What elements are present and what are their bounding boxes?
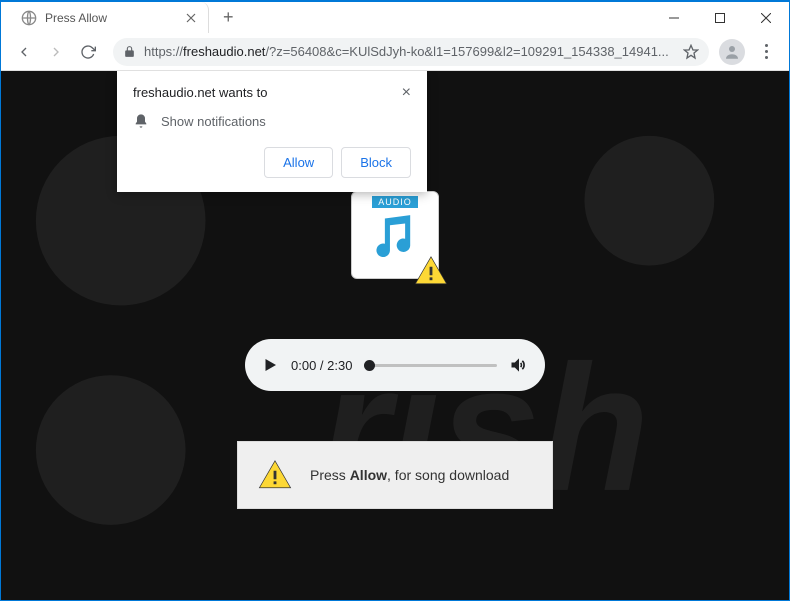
notification-title: freshaudio.net wants to: [133, 85, 402, 100]
bookmark-star-icon[interactable]: [683, 44, 699, 60]
cta-text: Press Allow, for song download: [310, 467, 509, 483]
close-icon[interactable]: ×: [402, 85, 411, 101]
page-content: rish freshaudio.net wants to × Show noti…: [1, 71, 789, 600]
play-button[interactable]: [261, 356, 279, 374]
audio-player: 0:00 / 2:30: [245, 339, 545, 391]
browser-window: Press Allow + https://freshaudio.net/?z=…: [0, 0, 790, 601]
close-window-button[interactable]: [743, 3, 789, 33]
audio-file-card: AUDIO: [351, 191, 439, 279]
player-time: 0:00 / 2:30: [291, 358, 352, 373]
notification-permission-popup: freshaudio.net wants to × Show notificat…: [117, 71, 427, 192]
notification-body: Show notifications: [161, 114, 266, 129]
reload-button[interactable]: [73, 37, 103, 67]
warning-icon: [258, 458, 292, 492]
volume-icon[interactable]: [509, 355, 529, 375]
profile-avatar[interactable]: [719, 39, 745, 65]
bell-icon: [133, 113, 149, 129]
minimize-button[interactable]: [651, 3, 697, 33]
audio-label: AUDIO: [372, 196, 418, 208]
toolbar: https://freshaudio.net/?z=56408&c=KUlSdJ…: [1, 33, 789, 71]
browser-menu-button[interactable]: [751, 37, 781, 67]
url-path: /?z=56408&c=KUlSdJyh-ko&l1=157699&l2=109…: [265, 44, 668, 59]
forward-button[interactable]: [41, 37, 71, 67]
tab-close-icon[interactable]: [186, 13, 196, 23]
window-controls: [651, 3, 789, 33]
url-host: freshaudio.net: [183, 44, 265, 59]
block-button[interactable]: Block: [341, 147, 411, 178]
current-time: 0:00: [291, 358, 316, 373]
new-tab-button[interactable]: +: [217, 7, 240, 28]
address-bar[interactable]: https://freshaudio.net/?z=56408&c=KUlSdJ…: [113, 38, 709, 66]
browser-tab[interactable]: Press Allow: [9, 2, 209, 34]
warning-icon: [414, 254, 448, 288]
duration-time: 2:30: [327, 358, 352, 373]
globe-icon: [21, 10, 37, 26]
url-scheme: https://: [144, 44, 183, 59]
allow-button[interactable]: Allow: [264, 147, 333, 178]
maximize-button[interactable]: [697, 3, 743, 33]
tab-title: Press Allow: [45, 11, 178, 25]
back-button[interactable]: [9, 37, 39, 67]
titlebar: Press Allow +: [1, 1, 789, 33]
download-cta-banner: Press Allow, for song download: [237, 441, 553, 509]
seek-slider[interactable]: [364, 364, 497, 367]
lock-icon: [123, 45, 136, 58]
